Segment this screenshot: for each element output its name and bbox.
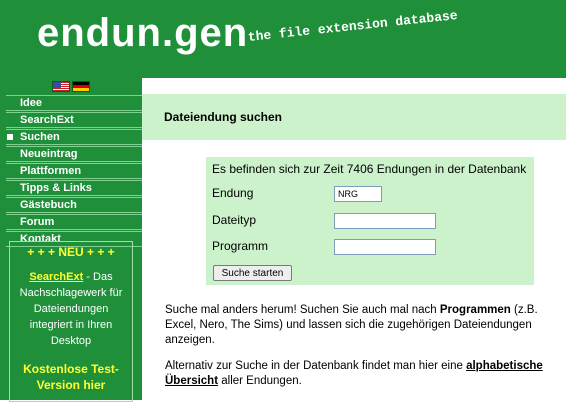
promo-headline: + + + NEU + + + bbox=[27, 245, 115, 259]
nav-item-label: Forum bbox=[20, 216, 55, 228]
promo-trial-link[interactable]: Kostenlose Test-Version hier bbox=[10, 361, 132, 393]
overview-text-a: Alternativ zur Suche in der Datenbank fi… bbox=[165, 360, 467, 372]
nav-item-neueintrag[interactable]: Neueintrag bbox=[6, 146, 142, 162]
language-switcher bbox=[52, 81, 90, 93]
programm-input[interactable] bbox=[334, 239, 436, 255]
hint-text-a: Suche mal anders herum! Suchen Sie auch … bbox=[165, 304, 440, 316]
nav-item-label: Idee bbox=[20, 97, 43, 109]
site-title[interactable]: endun.gen bbox=[37, 11, 248, 56]
search-form: Es befinden sich zur Zeit 7406 Endungen … bbox=[206, 157, 534, 285]
overview-text-b: aller Endungen. bbox=[218, 375, 302, 387]
top-band bbox=[142, 78, 566, 94]
search-submit-button[interactable]: Suche starten bbox=[213, 265, 292, 281]
nav-item-forum[interactable]: Forum bbox=[6, 214, 142, 230]
database-count-text: Es befinden sich zur Zeit 7406 Endungen … bbox=[212, 162, 527, 176]
main-nav: Idee SearchExt Suchen Neueintrag Plattfo… bbox=[6, 95, 142, 248]
nav-item-label: Plattformen bbox=[20, 165, 82, 177]
alphabetical-overview-hint: Alternativ zur Suche in der Datenbank fi… bbox=[165, 359, 565, 389]
nav-item-label: Tipps & Links bbox=[20, 182, 92, 194]
endung-label: Endung bbox=[212, 186, 254, 200]
promo-box: + + + NEU + + + SearchExt - Das Nachschl… bbox=[9, 241, 133, 402]
hint-programmen: Programmen bbox=[439, 304, 511, 316]
site-tagline: the file extension database bbox=[247, 8, 459, 45]
nav-item-suchen[interactable]: Suchen bbox=[6, 129, 142, 145]
nav-item-label: Suchen bbox=[20, 131, 60, 143]
nav-item-tipps-links[interactable]: Tipps & Links bbox=[6, 180, 142, 196]
nav-item-gaestebuch[interactable]: Gästebuch bbox=[6, 197, 142, 213]
sidebar: Idee SearchExt Suchen Neueintrag Plattfo… bbox=[0, 78, 142, 402]
site-header: endun.gen the file extension database bbox=[0, 0, 566, 78]
programm-label: Programm bbox=[212, 239, 269, 253]
promo-text: SearchExt - Das Nachschlagewerk für Date… bbox=[10, 269, 132, 349]
nav-item-plattformen[interactable]: Plattformen bbox=[6, 163, 142, 179]
de-flag-icon[interactable] bbox=[72, 81, 90, 92]
promo-searchext-link[interactable]: SearchExt bbox=[29, 271, 83, 283]
endung-input[interactable] bbox=[334, 186, 382, 202]
us-flag-icon[interactable] bbox=[52, 81, 70, 92]
nav-item-searchext[interactable]: SearchExt bbox=[6, 112, 142, 128]
nav-item-label: SearchExt bbox=[20, 114, 74, 126]
nav-item-label: Neueintrag bbox=[20, 148, 78, 160]
dateityp-label: Dateityp bbox=[212, 213, 257, 227]
nav-item-idee[interactable]: Idee bbox=[6, 95, 142, 111]
program-search-hint: Suche mal anders herum! Suchen Sie auch … bbox=[165, 303, 565, 348]
page-title: Dateiendung suchen bbox=[164, 110, 283, 124]
section-header: Dateiendung suchen bbox=[142, 94, 566, 140]
nav-item-label: Gästebuch bbox=[20, 199, 77, 211]
dateityp-input[interactable] bbox=[334, 213, 436, 229]
active-bullet-icon bbox=[7, 134, 13, 140]
